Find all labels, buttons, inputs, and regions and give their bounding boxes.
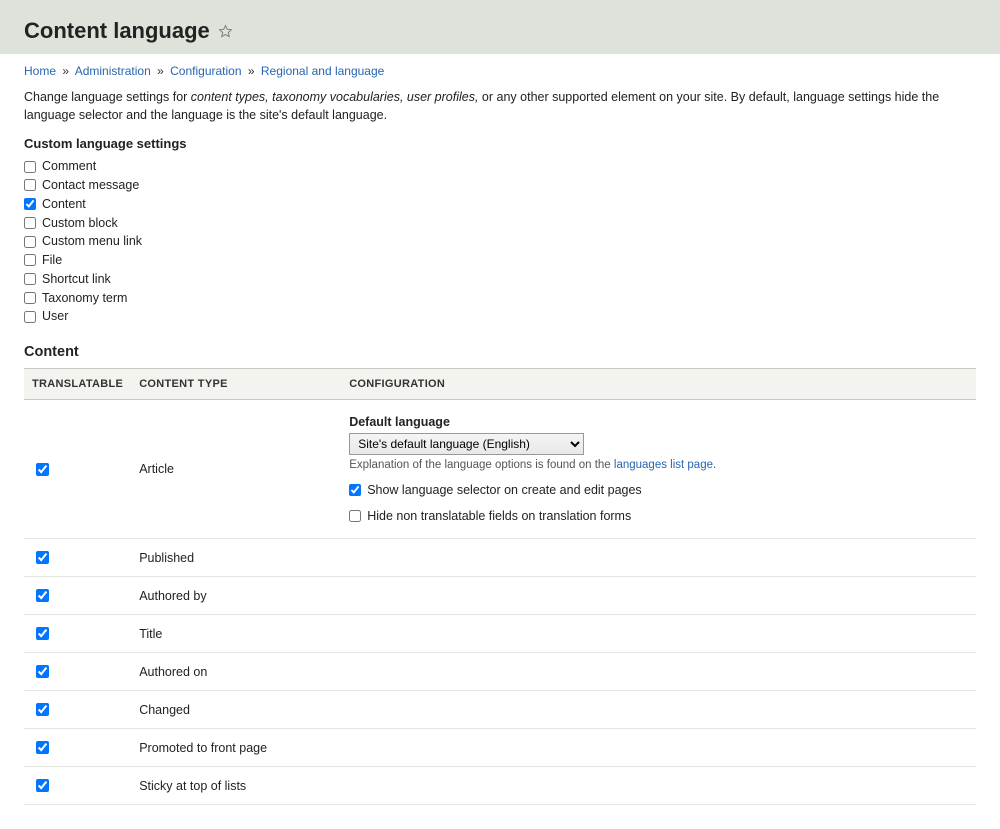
explain-prefix: Explanation of the language options is f… xyxy=(349,459,614,471)
explain-suffix: . xyxy=(713,459,716,471)
breadcrumb-sep: » xyxy=(62,64,69,78)
show-language-selector-checkbox[interactable] xyxy=(349,484,361,496)
custom-setting-item: Custom block xyxy=(24,214,976,233)
content-table: TRANSLATABLE CONTENT TYPE CONFIGURATION … xyxy=(24,368,976,805)
custom-setting-checkbox[interactable] xyxy=(24,254,36,266)
default-language-label: Default language xyxy=(349,415,968,429)
field-translatable-checkbox[interactable] xyxy=(36,703,49,716)
custom-setting-checkbox[interactable] xyxy=(24,179,36,191)
breadcrumb-sep: » xyxy=(157,64,164,78)
field-label: Sticky at top of lists xyxy=(131,767,976,805)
page-title: Content language xyxy=(24,18,210,44)
field-label: Authored by xyxy=(131,577,976,615)
default-language-explain: Explanation of the language options is f… xyxy=(349,459,968,471)
custom-settings-list: CommentContact messageContentCustom bloc… xyxy=(24,157,976,326)
table-row: Title xyxy=(24,615,976,653)
custom-setting-item: Contact message xyxy=(24,176,976,195)
table-row: Promoted to front page xyxy=(24,729,976,767)
custom-setting-item: Content xyxy=(24,195,976,214)
custom-setting-label: Taxonomy term xyxy=(42,289,127,308)
custom-setting-item: Taxonomy term xyxy=(24,289,976,308)
hide-non-translatable-checkbox[interactable] xyxy=(349,510,361,522)
default-language-select[interactable]: Site's default language (English) xyxy=(349,433,584,455)
star-icon[interactable] xyxy=(218,24,233,39)
field-translatable-checkbox[interactable] xyxy=(36,665,49,678)
table-row: Sticky at top of lists xyxy=(24,767,976,805)
show-language-selector-label: Show language selector on create and edi… xyxy=(367,483,642,497)
custom-setting-item: User xyxy=(24,307,976,326)
help-emph: content types, taxonomy vocabularies, us… xyxy=(191,90,479,104)
custom-setting-item: Comment xyxy=(24,157,976,176)
table-row-article: Article Default language Site's default … xyxy=(24,400,976,539)
custom-setting-label: Comment xyxy=(42,157,96,176)
custom-setting-checkbox[interactable] xyxy=(24,217,36,229)
content-heading: Content xyxy=(24,344,976,360)
field-translatable-checkbox[interactable] xyxy=(36,589,49,602)
custom-setting-label: Custom menu link xyxy=(42,232,142,251)
article-type-cell: Article xyxy=(131,400,341,539)
custom-setting-label: Custom block xyxy=(42,214,118,233)
table-row: Authored on xyxy=(24,653,976,691)
breadcrumb-home[interactable]: Home xyxy=(24,64,56,78)
field-translatable-checkbox[interactable] xyxy=(36,551,49,564)
table-row: Published xyxy=(24,539,976,577)
custom-setting-checkbox[interactable] xyxy=(24,311,36,323)
custom-setting-checkbox[interactable] xyxy=(24,273,36,285)
custom-setting-label: File xyxy=(42,251,62,270)
field-label: Published xyxy=(131,539,976,577)
help-text: Change language settings for content typ… xyxy=(24,88,976,124)
custom-setting-checkbox[interactable] xyxy=(24,198,36,210)
table-row: Changed xyxy=(24,691,976,729)
custom-setting-item: File xyxy=(24,251,976,270)
breadcrumb-configuration[interactable]: Configuration xyxy=(170,64,241,78)
field-label: Promoted to front page xyxy=(131,729,976,767)
field-translatable-checkbox[interactable] xyxy=(36,741,49,754)
custom-settings-label: Custom language settings xyxy=(24,136,976,151)
custom-setting-label: Contact message xyxy=(42,176,139,195)
custom-setting-checkbox[interactable] xyxy=(24,292,36,304)
field-translatable-checkbox[interactable] xyxy=(36,779,49,792)
field-label: Changed xyxy=(131,691,976,729)
table-row: Authored by xyxy=(24,577,976,615)
custom-setting-checkbox[interactable] xyxy=(24,161,36,173)
field-label: Title xyxy=(131,615,976,653)
article-translatable-checkbox[interactable] xyxy=(36,463,49,476)
languages-list-link[interactable]: languages list page xyxy=(614,459,713,471)
breadcrumb-administration[interactable]: Administration xyxy=(75,64,151,78)
hide-non-translatable-label: Hide non translatable fields on translat… xyxy=(367,509,631,523)
breadcrumb-regional[interactable]: Regional and language xyxy=(261,64,384,78)
custom-setting-label: User xyxy=(42,307,68,326)
help-prefix: Change language settings for xyxy=(24,90,191,104)
custom-setting-checkbox[interactable] xyxy=(24,236,36,248)
custom-setting-label: Shortcut link xyxy=(42,270,111,289)
field-translatable-checkbox[interactable] xyxy=(36,627,49,640)
custom-setting-item: Shortcut link xyxy=(24,270,976,289)
field-label: Authored on xyxy=(131,653,976,691)
breadcrumb-sep: » xyxy=(248,64,255,78)
custom-setting-label: Content xyxy=(42,195,86,214)
custom-setting-item: Custom menu link xyxy=(24,232,976,251)
th-content-type: CONTENT TYPE xyxy=(131,369,341,400)
th-translatable: TRANSLATABLE xyxy=(24,369,131,400)
breadcrumb: Home » Administration » Configuration » … xyxy=(24,64,976,78)
th-configuration: CONFIGURATION xyxy=(341,369,976,400)
